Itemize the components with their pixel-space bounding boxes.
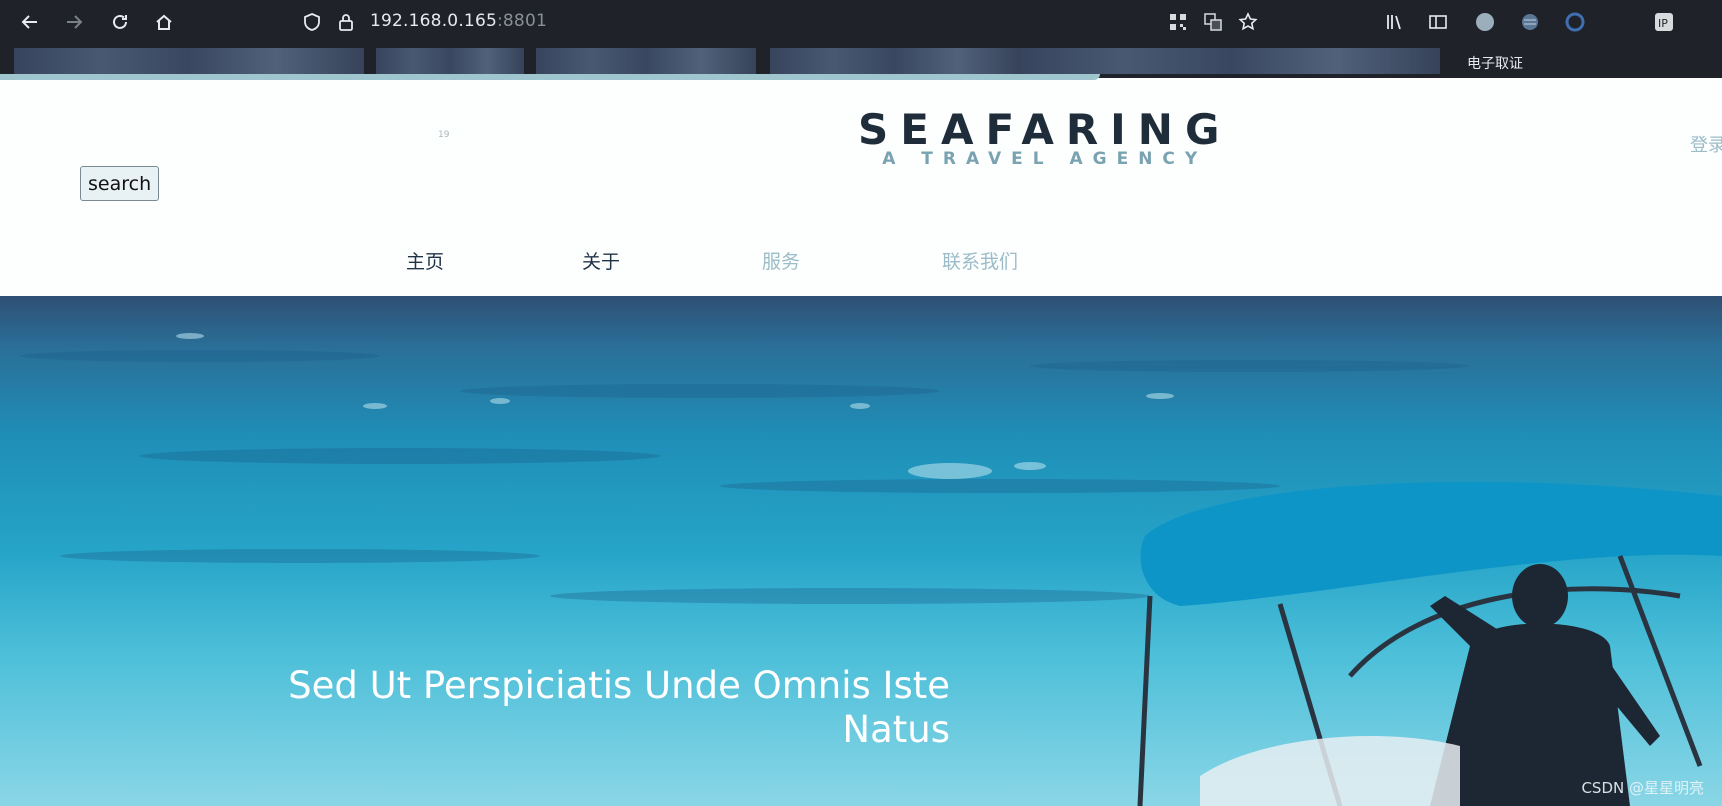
forward-icon[interactable] — [60, 8, 88, 36]
blurred-bookmarks-3[interactable] — [536, 48, 756, 74]
qr-code-icon[interactable] — [1164, 8, 1192, 36]
reload-icon[interactable] — [106, 8, 134, 36]
blurred-bookmarks-1[interactable] — [14, 48, 364, 74]
nav-home[interactable]: 主页 — [406, 247, 444, 274]
url-host: 192.168.0.165 — [370, 11, 497, 31]
hero-title-line2: Natus — [842, 708, 950, 751]
nav-contact[interactable]: 联系我们 — [942, 247, 1018, 274]
url-bar[interactable]: 192.168.0.165:8801 — [370, 11, 547, 31]
nav-service[interactable]: 服务 — [762, 247, 800, 274]
person-silhouette — [1430, 564, 1660, 806]
blurred-bookmarks-2[interactable] — [376, 48, 524, 74]
svg-text:IP: IP — [1658, 17, 1668, 30]
logo-subtitle: A TRAVEL AGENCY — [882, 149, 1208, 169]
extension-icon[interactable] — [1561, 8, 1589, 36]
blurred-bookmarks-4[interactable] — [770, 48, 1020, 74]
star-icon[interactable] — [1234, 8, 1262, 36]
login-link[interactable]: 登录 — [1690, 131, 1722, 157]
watermark: CSDN @星星明亮 — [1581, 779, 1704, 797]
back-icon[interactable] — [16, 8, 44, 36]
url-port: :8801 — [496, 11, 547, 31]
logo-title: SEAFARING — [858, 105, 1232, 154]
globe-icon[interactable] — [1516, 8, 1544, 36]
shield-icon[interactable] — [298, 8, 326, 36]
profile-icon[interactable] — [1471, 8, 1499, 36]
ip-icon[interactable]: IP — [1650, 8, 1678, 36]
web-page: search 19 SEAFARING A TRAVEL AGENCY 登录 主… — [0, 80, 1722, 806]
hero-title: Sed Ut Perspiciatis Unde Omnis Iste Natu… — [230, 664, 950, 752]
bookmarks-bar: 电子取证 — [0, 44, 1722, 78]
hero-banner: Sed Ut Perspiciatis Unde Omnis Iste Natu… — [0, 296, 1722, 806]
bookmark-label[interactable]: 电子取证 — [1467, 53, 1523, 73]
blurred-bookmarks-5[interactable] — [1020, 48, 1440, 74]
browser-toolbar: 192.168.0.165:8801 IP — [0, 0, 1722, 44]
translate-icon[interactable] — [1199, 8, 1227, 36]
search-button[interactable]: search — [80, 166, 160, 201]
nav-about[interactable]: 关于 — [582, 247, 620, 274]
home-icon[interactable] — [150, 8, 178, 36]
site-header: search 19 SEAFARING A TRAVEL AGENCY 登录 主… — [0, 80, 1722, 296]
search-hint: 19 — [438, 130, 450, 140]
lock-icon[interactable] — [332, 8, 360, 36]
sidebar-icon[interactable] — [1424, 8, 1452, 36]
site-logo[interactable]: SEAFARING A TRAVEL AGENCY — [858, 105, 1232, 169]
hero-title-line1: Sed Ut Perspiciatis Unde Omnis Iste — [288, 664, 950, 707]
library-icon[interactable] — [1380, 8, 1408, 36]
